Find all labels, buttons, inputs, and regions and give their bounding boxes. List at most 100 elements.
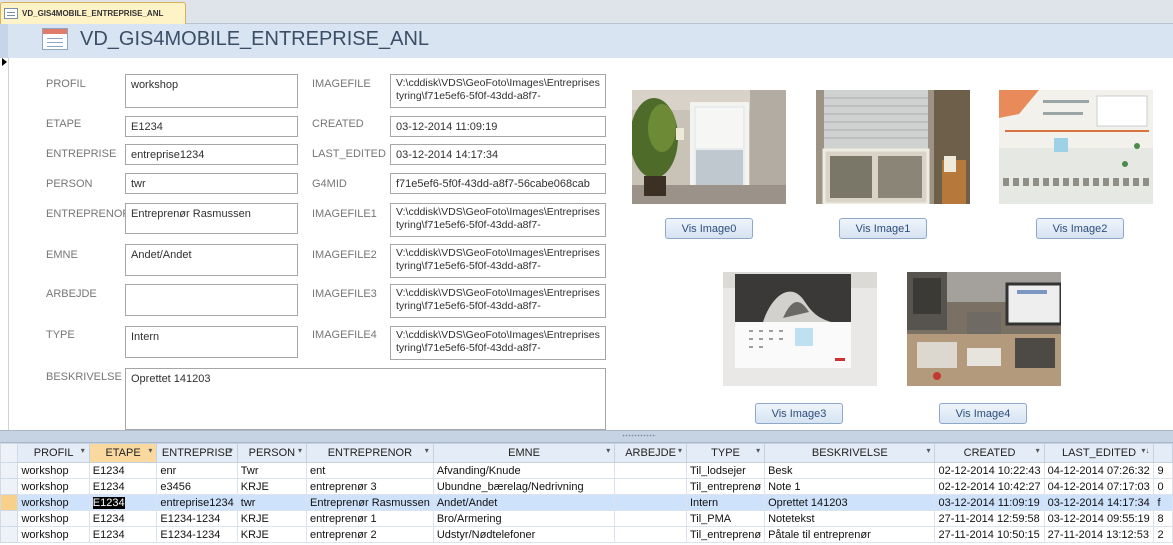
dropdown-arrow-icon[interactable]: ▾	[229, 446, 233, 455]
cell-beskrivelse[interactable]: Oprettet 141203	[764, 494, 936, 511]
vis-image0-button[interactable]: Vis Image0	[665, 218, 753, 239]
dropdown-arrow-icon[interactable]: ▾	[425, 446, 429, 455]
cell-entreprise[interactable]: entreprise1234	[156, 494, 238, 511]
select-all-corner[interactable]	[0, 443, 19, 463]
cell-beskrivelse[interactable]: Notetekst	[764, 510, 936, 527]
cell-beskrivelse[interactable]: Påtale til entreprenør	[764, 526, 936, 543]
cell-emne[interactable]: Udstyr/Nødtelefoner	[432, 526, 616, 543]
emne-field[interactable]: Andet/Andet	[125, 244, 298, 276]
imagefile3-field[interactable]: V:\cddisk\VDS\GeoFoto\Images\Entreprises…	[390, 284, 606, 318]
table-row[interactable]: workshop E1234 e3456 KRJE entreprenør 3 …	[0, 478, 1173, 495]
cell-created[interactable]: 27-11-2014 12:59:58	[934, 510, 1045, 527]
arbejde-field[interactable]	[125, 284, 298, 316]
cell-last-edited[interactable]: 04-12-2014 07:26:32	[1043, 462, 1155, 479]
created-field[interactable]: 03-12-2014 11:09:19	[390, 116, 606, 137]
cell-created[interactable]: 02-12-2014 10:42:27	[934, 478, 1045, 495]
cell-type[interactable]: Intern	[685, 494, 766, 511]
vis-image4-button[interactable]: Vis Image4	[939, 403, 1027, 424]
column-header-emne[interactable]: EMNE ▾	[432, 443, 616, 463]
cell-person[interactable]: twr	[236, 494, 307, 511]
split-form-splitter[interactable]	[0, 430, 1173, 443]
cell-arbejde[interactable]	[614, 510, 687, 527]
dropdown-arrow-icon[interactable]: ▾	[926, 446, 930, 455]
cell-entreprise[interactable]: E1234-1234	[156, 510, 238, 527]
dropdown-arrow-icon[interactable]: ▾	[1036, 446, 1040, 455]
cell-emne[interactable]: Ubundne_bærelag/Nedrivning	[432, 478, 616, 495]
tab-vd-gis4mobile-entreprise-anl[interactable]: VD_GIS4MOBILE_ENTREPRISE_ANL	[0, 2, 186, 24]
entreprise-field[interactable]: entreprise1234	[125, 144, 298, 165]
column-header-created[interactable]: CREATED ▾	[934, 443, 1045, 463]
cell-last-edited[interactable]: 27-11-2014 13:12:53	[1043, 526, 1155, 543]
cell-entreprise[interactable]: E1234-1234	[156, 526, 238, 543]
last-edited-field[interactable]: 03-12-2014 14:17:34	[390, 144, 606, 165]
person-field[interactable]: twr	[125, 173, 298, 194]
column-header-overflow[interactable]	[1153, 443, 1173, 463]
vis-image2-button[interactable]: Vis Image2	[1036, 218, 1124, 239]
cell-etape[interactable]: E1234	[88, 478, 158, 495]
entreprenor-field[interactable]: Entreprenør Rasmussen	[125, 203, 298, 234]
imagefile2-field[interactable]: V:\cddisk\VDS\GeoFoto\Images\Entreprises…	[390, 244, 606, 278]
beskrivelse-field[interactable]: Oprettet 141203	[125, 368, 606, 430]
cell-last-edited[interactable]: 04-12-2014 07:17:03	[1043, 478, 1155, 495]
dropdown-arrow-icon[interactable]: ▾	[678, 446, 682, 455]
column-header-etape[interactable]: ETAPE ▾	[88, 443, 158, 463]
cell-type[interactable]: Til_entreprenø	[685, 478, 766, 495]
cell-beskrivelse[interactable]: Besk	[764, 462, 936, 479]
row-selector[interactable]	[0, 526, 19, 543]
dropdown-arrow-icon[interactable]: ▾	[756, 446, 760, 455]
imagefile1-field[interactable]: V:\cddisk\VDS\GeoFoto\Images\Entreprises…	[390, 203, 606, 237]
column-header-last-edited[interactable]: LAST_EDITED ▾↓	[1043, 443, 1155, 463]
vis-image1-button[interactable]: Vis Image1	[839, 218, 927, 239]
cell-etape[interactable]: E1234	[88, 526, 158, 543]
dropdown-arrow-icon[interactable]: ▾	[606, 446, 610, 455]
cell-arbejde[interactable]	[614, 494, 687, 511]
cell-overflow[interactable]: f	[1153, 494, 1173, 511]
cell-overflow[interactable]: 2	[1153, 526, 1173, 543]
column-header-profil[interactable]: PROFIL ▾	[17, 443, 90, 463]
cell-etape[interactable]: E1234	[88, 462, 158, 479]
row-selector[interactable]	[0, 462, 19, 479]
dropdown-arrow-icon[interactable]: ▾	[148, 446, 152, 455]
cell-profil[interactable]: workshop	[17, 510, 90, 527]
focused-cell-text[interactable]: E1234	[92, 496, 125, 509]
table-row[interactable]: workshop E1234 enr Twr ent Afvanding/Knu…	[0, 462, 1173, 479]
type-field[interactable]: Intern	[125, 326, 298, 358]
cell-arbejde[interactable]	[614, 462, 687, 479]
cell-created[interactable]: 02-12-2014 10:22:43	[934, 462, 1045, 479]
cell-last-edited[interactable]: 03-12-2014 14:17:34	[1043, 494, 1155, 511]
cell-person[interactable]: KRJE	[236, 526, 307, 543]
cell-type[interactable]: Til_PMA	[685, 510, 766, 527]
cell-created[interactable]: 03-12-2014 11:09:19	[934, 494, 1045, 511]
column-header-arbejde[interactable]: ARBEJDE ▾	[614, 443, 687, 463]
cell-entreprenor[interactable]: Entreprenør Rasmussen	[305, 494, 434, 511]
cell-arbejde[interactable]	[614, 526, 687, 543]
cell-emne[interactable]: Bro/Armering	[432, 510, 616, 527]
cell-created[interactable]: 27-11-2014 10:50:15	[934, 526, 1045, 543]
row-selector[interactable]	[0, 478, 19, 495]
sort-descending-icon[interactable]: ▾↓	[1141, 446, 1149, 455]
cell-entreprenor[interactable]: ent	[305, 462, 434, 479]
cell-person[interactable]: KRJE	[236, 510, 307, 527]
cell-person[interactable]: KRJE	[236, 478, 307, 495]
row-selector[interactable]	[0, 494, 19, 511]
cell-emne[interactable]: Afvanding/Knude	[432, 462, 616, 479]
column-header-type[interactable]: TYPE ▾	[685, 443, 766, 463]
cell-profil[interactable]: workshop	[17, 462, 90, 479]
dropdown-arrow-icon[interactable]: ▾	[298, 446, 302, 455]
imagefile4-field[interactable]: V:\cddisk\VDS\GeoFoto\Images\Entreprises…	[390, 326, 606, 360]
etape-field[interactable]: E1234	[125, 116, 298, 137]
column-header-entreprise[interactable]: ENTREPRISE ▾	[156, 443, 238, 463]
cell-type[interactable]: Til_entreprenø	[685, 526, 766, 543]
cell-profil[interactable]: workshop	[17, 526, 90, 543]
imagefile-field[interactable]: V:\cddisk\VDS\GeoFoto\Images\Entreprises…	[390, 74, 606, 108]
profil-field[interactable]: workshop	[125, 74, 298, 108]
column-header-person[interactable]: PERSON ▾	[236, 443, 307, 463]
cell-profil[interactable]: workshop	[17, 478, 90, 495]
cell-emne[interactable]: Andet/Andet	[432, 494, 616, 511]
column-header-entreprenor[interactable]: ENTREPRENOR ▾	[305, 443, 434, 463]
cell-entreprenor[interactable]: entreprenør 2	[305, 526, 434, 543]
cell-arbejde[interactable]	[614, 478, 687, 495]
cell-overflow[interactable]: 0	[1153, 478, 1173, 495]
cell-person[interactable]: Twr	[236, 462, 307, 479]
splitter-grip-icon[interactable]	[622, 434, 656, 437]
